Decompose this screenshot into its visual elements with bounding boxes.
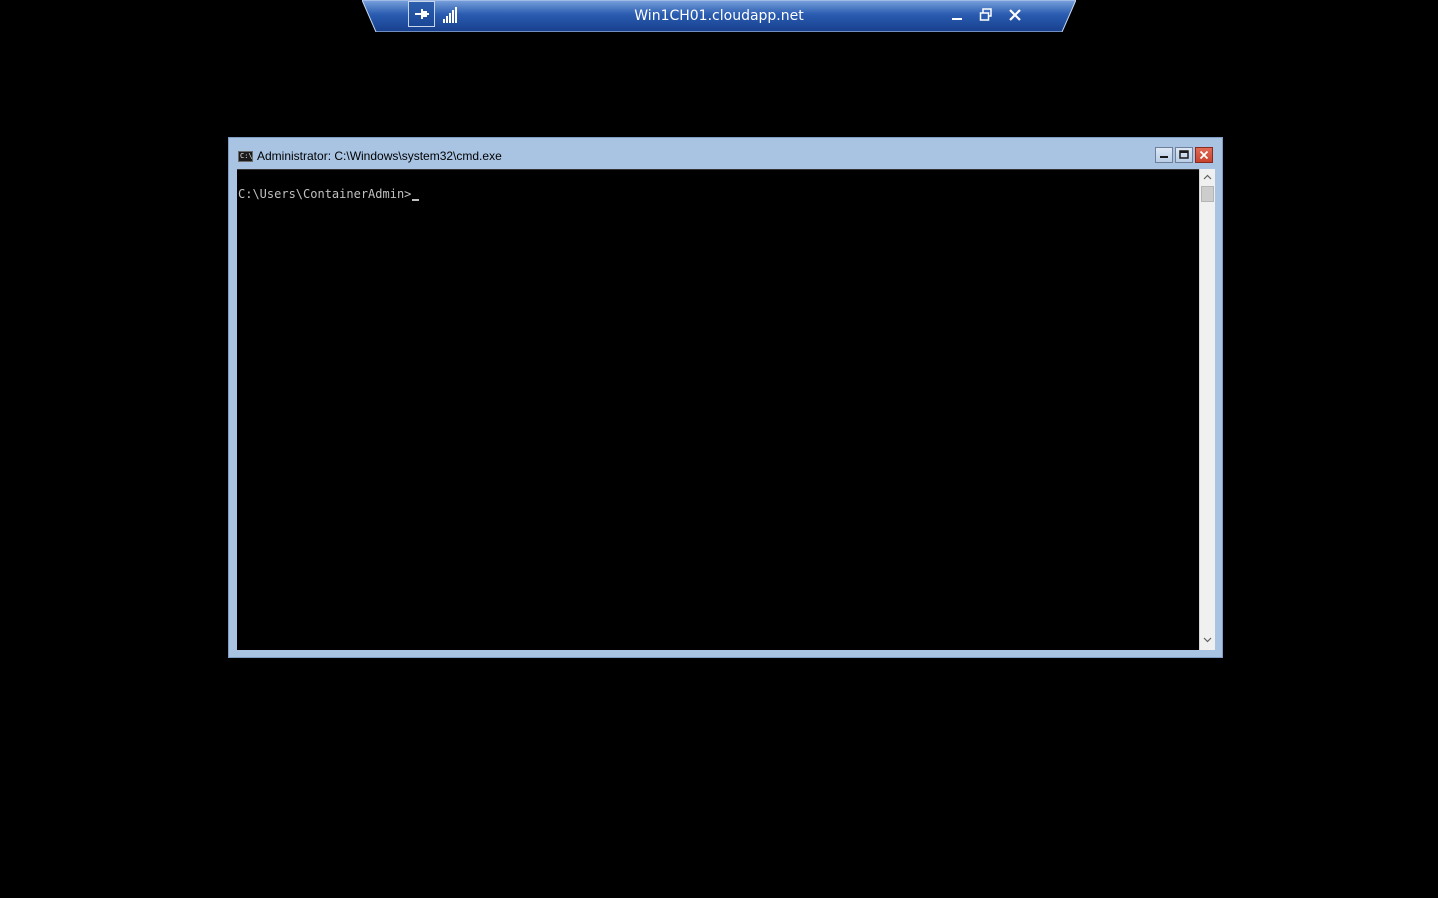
close-icon — [1009, 9, 1021, 21]
rdp-restore-button[interactable] — [975, 4, 997, 26]
scroll-down-button[interactable] — [1200, 632, 1215, 648]
restore-icon — [979, 8, 992, 21]
chevron-up-icon — [1203, 174, 1212, 180]
prompt-text: C:\Users\ContainerAdmin> — [238, 187, 412, 201]
close-icon — [1199, 150, 1209, 160]
minimize-icon — [952, 18, 962, 20]
cmd-window: C:\ Administrator: C:\Windows\system32\c… — [228, 137, 1223, 658]
rdp-host-title: Win1CH01.cloudapp.net — [634, 8, 804, 24]
pin-button[interactable] — [408, 1, 435, 27]
chevron-down-icon — [1203, 637, 1212, 643]
command-prompt-line: C:\Users\ContainerAdmin> — [238, 186, 420, 202]
vertical-scrollbar[interactable] — [1199, 169, 1215, 650]
maximize-icon — [1179, 150, 1189, 159]
cmd-titlebar[interactable]: C:\ Administrator: C:\Windows\system32\c… — [229, 138, 1222, 169]
scroll-up-button[interactable] — [1200, 169, 1215, 185]
connection-signal-icon[interactable] — [442, 4, 460, 24]
scroll-thumb[interactable] — [1201, 186, 1214, 202]
pin-icon — [414, 9, 429, 19]
minimize-button[interactable] — [1155, 147, 1173, 163]
maximize-button[interactable] — [1175, 147, 1193, 163]
window-title: Administrator: C:\Windows\system32\cmd.e… — [257, 149, 502, 163]
console-output[interactable]: C:\Users\ContainerAdmin> — [237, 169, 1199, 650]
minimize-icon — [1160, 156, 1168, 158]
console-app-icon[interactable]: C:\ — [238, 151, 253, 162]
rdp-minimize-button[interactable] — [946, 4, 968, 26]
rdp-close-button[interactable] — [1004, 4, 1026, 26]
close-button[interactable] — [1195, 147, 1213, 163]
text-cursor — [412, 199, 420, 201]
